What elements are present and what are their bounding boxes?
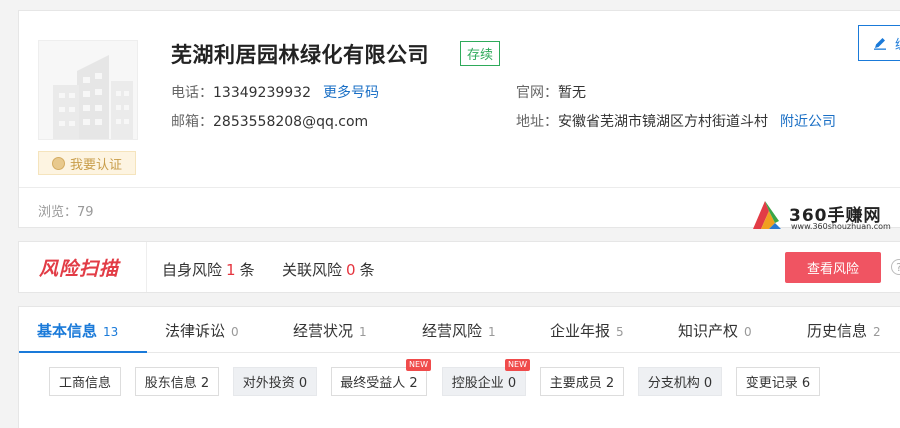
subtab-investments[interactable]: 对外投资 0 bbox=[233, 367, 317, 396]
subtab-label: 股东信息 2 bbox=[144, 376, 210, 391]
subtab-label: 变更记录 6 bbox=[745, 376, 811, 391]
watermark-logo-icon bbox=[753, 201, 781, 229]
related-risk-unit: 条 bbox=[359, 261, 375, 279]
self-risk-count: 1 bbox=[226, 261, 236, 279]
tab-label: 经营风险 bbox=[422, 322, 483, 340]
tab-label: 企业年报 bbox=[550, 322, 611, 340]
email-label: 邮箱： bbox=[171, 114, 213, 130]
self-risk-unit: 条 bbox=[239, 261, 255, 279]
tab-count: 5 bbox=[616, 325, 624, 339]
phone-value: 13349239932 bbox=[213, 85, 311, 101]
subtab-shareholders[interactable]: 股东信息 2 bbox=[135, 367, 219, 396]
tab-ip[interactable]: 知识产权 0 bbox=[678, 320, 752, 341]
phone-row: 电话：13349239932 更多号码 bbox=[171, 82, 379, 102]
status-badge: 存续 bbox=[460, 41, 501, 66]
coin-icon bbox=[51, 156, 65, 170]
view-risk-button[interactable]: 查看风险 bbox=[785, 252, 881, 283]
subtab-change-records[interactable]: 变更记录 6 bbox=[736, 367, 820, 396]
subtab-label: 最终受益人 2 bbox=[340, 376, 418, 391]
info-panel: 基本信息 13 法律诉讼 0 经营状况 1 经营风险 1 企业年报 5 知识产权 0 历史信… bbox=[18, 306, 900, 428]
self-risk[interactable]: 自身风险 1 条 bbox=[162, 259, 255, 280]
watermark: 360手赚网 www.360shouzhuan.com bbox=[749, 197, 899, 237]
tab-count: 1 bbox=[359, 325, 367, 339]
tab-label: 基本信息 bbox=[37, 322, 98, 340]
subtab-controlled-companies[interactable]: 控股企业 0 NEW bbox=[442, 359, 530, 396]
website-value: 暂无 bbox=[558, 85, 586, 101]
tab-operations[interactable]: 经营状况 1 bbox=[293, 320, 367, 341]
self-risk-label: 自身风险 bbox=[162, 261, 223, 279]
company-card: 我要认证 芜湖利居园林绿化有限公司 存续 电话：13349239932 更多号码 … bbox=[18, 10, 900, 231]
card-divider bbox=[19, 187, 900, 188]
tab-count: 2 bbox=[873, 325, 881, 339]
address-row: 地址：安徽省芜湖市镜湖区方村街道斗村 附近公司 bbox=[516, 111, 836, 131]
related-risk-label: 关联风险 bbox=[282, 261, 343, 279]
risk-scan-bar: 风险扫描 自身风险1条 关联风险0条 查看风险 ? bbox=[18, 241, 900, 293]
related-risk-count: 0 bbox=[346, 261, 356, 279]
address-value: 安徽省芜湖市镜湖区方村街道斗村 bbox=[558, 114, 768, 130]
tab-label: 法律诉讼 bbox=[165, 322, 226, 340]
active-tab-indicator bbox=[19, 351, 147, 353]
question-icon[interactable]: ? bbox=[891, 259, 900, 275]
tab-basic-info[interactable]: 基本信息 13 bbox=[37, 320, 118, 341]
tab-count: 13 bbox=[103, 325, 119, 339]
tab-legal[interactable]: 法律诉讼 0 bbox=[165, 320, 239, 341]
verify-label: 我要认证 bbox=[69, 157, 122, 173]
new-badge: NEW bbox=[406, 359, 431, 371]
pencil-icon bbox=[874, 38, 886, 50]
tab-count: 1 bbox=[488, 325, 496, 339]
subtab-branches[interactable]: 分支机构 0 bbox=[638, 367, 722, 396]
views-value: 79 bbox=[77, 205, 94, 220]
subtab-label: 主要成员 2 bbox=[549, 376, 615, 391]
subtab-label: 工商信息 bbox=[58, 376, 111, 391]
related-risk[interactable]: 关联风险 0 条 bbox=[282, 259, 375, 280]
phone-label: 电话： bbox=[171, 85, 213, 101]
tab-history[interactable]: 历史信息 2 bbox=[807, 320, 881, 341]
view-count: 浏览：79 bbox=[38, 201, 94, 220]
company-name: 芜湖利居园林绿化有限公司 bbox=[171, 43, 429, 67]
website-row: 官网：暂无 bbox=[516, 82, 586, 102]
website-label: 官网： bbox=[516, 85, 558, 101]
subtab-label: 控股企业 0 bbox=[451, 376, 517, 391]
edit-label: 编 bbox=[895, 34, 900, 53]
tab-count: 0 bbox=[231, 325, 239, 339]
subtab-business-info[interactable]: 工商信息 bbox=[49, 367, 121, 396]
tab-label: 经营状况 bbox=[293, 322, 354, 340]
edit-button[interactable]: 编 bbox=[858, 25, 900, 61]
main-tabs: 基本信息 13 法律诉讼 0 经营状况 1 经营风险 1 企业年报 5 知识产权 0 历史信… bbox=[19, 307, 900, 353]
subtab-label: 分支机构 0 bbox=[647, 376, 713, 391]
views-label: 浏览： bbox=[38, 205, 78, 220]
watermark-url: www.360shouzhuan.com bbox=[791, 222, 891, 231]
subtab-beneficial-owners[interactable]: 最终受益人 2 NEW bbox=[331, 359, 431, 396]
tab-annual-report[interactable]: 企业年报 5 bbox=[550, 320, 624, 341]
risk-scan-logo: 风险扫描 bbox=[19, 242, 147, 292]
verify-button[interactable]: 我要认证 bbox=[38, 151, 136, 175]
nearby-companies-link[interactable]: 附近公司 bbox=[780, 114, 836, 130]
tab-operation-risk[interactable]: 经营风险 1 bbox=[422, 320, 496, 341]
tab-label: 历史信息 bbox=[807, 322, 868, 340]
more-phones-link[interactable]: 更多号码 bbox=[323, 85, 379, 101]
new-badge: NEW bbox=[505, 359, 530, 371]
address-label: 地址： bbox=[516, 114, 558, 130]
tab-count: 0 bbox=[744, 325, 752, 339]
email-value: 2853558208@qq.com bbox=[213, 114, 369, 130]
subtab-label: 对外投资 0 bbox=[242, 376, 308, 391]
subtab-key-members[interactable]: 主要成员 2 bbox=[540, 367, 624, 396]
email-row: 邮箱：2853558208@qq.com bbox=[171, 111, 368, 131]
building-icon bbox=[38, 40, 138, 140]
tab-label: 知识产权 bbox=[678, 322, 739, 340]
